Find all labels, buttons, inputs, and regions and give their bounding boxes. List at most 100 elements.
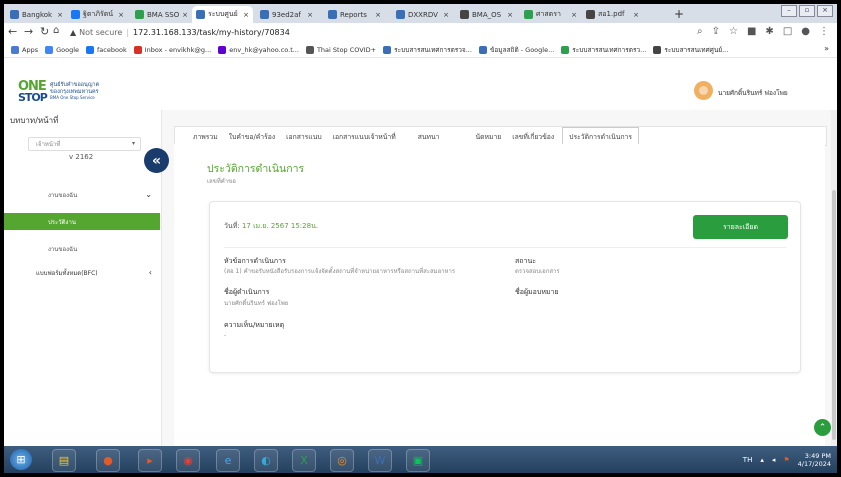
browser-tab[interactable]: 93ed2af × xyxy=(256,6,317,23)
address-bar[interactable]: ▲ Not secure | 172.31.168.133/task/my-hi… xyxy=(70,25,696,39)
browser-tab[interactable]: Reports × xyxy=(324,6,385,23)
browser-tab[interactable]: DXXRDV × xyxy=(392,6,453,23)
chrome-icon[interactable]: ◉ xyxy=(176,449,200,472)
bookmark-item[interactable]: ข้อมูลสถิติ - Google... xyxy=(478,45,554,55)
page-scrollbar[interactable] xyxy=(831,110,837,446)
one-stop-logo[interactable]: ONE STOP ศูนย์รับคำขออนุญาต ของกรุงเทพมห… xyxy=(18,80,138,106)
sidebar-item-task-history[interactable]: ประวัติงาน xyxy=(4,213,160,230)
home-icon[interactable]: ⌂ xyxy=(53,25,59,36)
sidebar-item-my-work[interactable]: งานของฉัน xyxy=(4,240,160,257)
tab-7[interactable]: เลขที่เกี่ยวข้อง xyxy=(512,131,554,142)
forward-icon[interactable]: → xyxy=(24,25,33,38)
profile-icon[interactable]: ● xyxy=(801,26,810,37)
close-tab-icon[interactable]: × xyxy=(118,11,124,19)
tab-favicon-icon xyxy=(10,10,19,19)
line-app-icon[interactable]: ▣ xyxy=(406,449,430,472)
bookmark-star-icon[interactable]: ☆ xyxy=(729,26,738,37)
close-tab-icon[interactable]: × xyxy=(57,11,63,19)
logo-bottom: STOP xyxy=(18,91,48,104)
menu-icon[interactable]: ⋮ xyxy=(819,26,829,37)
scroll-to-top-button[interactable]: ⌃ xyxy=(814,419,831,436)
tab-3[interactable]: เอกสารแนบ xyxy=(286,131,321,142)
role-select-value: เจ้าหน้าที่ xyxy=(36,141,61,148)
bookmark-item[interactable]: ระบบสารสนเทศศูนย์... xyxy=(653,45,728,55)
chevron-down-icon: ▾ xyxy=(131,140,135,147)
edge-icon[interactable]: ◐ xyxy=(254,449,278,472)
sidebar: บทบาท/หน้าที่ เจ้าหน้าที่ ▾ v 2162 งานขอ… xyxy=(4,110,162,446)
tab-8[interactable]: ประวัติการดำเนินการ xyxy=(562,127,640,145)
tab-1[interactable]: ภาพรวม xyxy=(193,131,218,142)
bookmark-item[interactable]: facebook xyxy=(86,45,127,54)
avatar[interactable] xyxy=(694,81,713,100)
tab-4[interactable]: เอกสารแนบเจ้าหน้าที่ xyxy=(333,131,396,142)
back-icon[interactable]: ← xyxy=(8,25,17,38)
close-window-button[interactable]: × xyxy=(817,5,833,17)
sidebar-item-label: ประวัติงาน xyxy=(48,218,76,226)
minimize-button[interactable]: – xyxy=(781,5,797,17)
bookmark-item[interactable]: Thai Stop COVID+ xyxy=(305,45,376,54)
language-indicator[interactable]: TH xyxy=(743,456,753,464)
media-player-icon[interactable]: ● xyxy=(96,449,120,472)
user-name[interactable]: นายศักดิ์นรินทร์ ฟองโพย xyxy=(718,88,788,98)
sidebar-item-all-forms[interactable]: แบบฟอร์มทั้งหมด(BFC) ‹ xyxy=(4,264,160,281)
zoom-icon[interactable]: ⌕ xyxy=(697,26,703,37)
browser-tab[interactable]: ศาสตรา × xyxy=(520,6,581,23)
puzzle-icon[interactable]: ✱ xyxy=(765,26,773,37)
windows-taskbar: ⊞ ▤ ● ▸ ◉ e ◐ X ◎ W ▣ TH ▴ ◂ ⚑ 3:49 PM 4… xyxy=(4,446,837,473)
close-tab-icon[interactable]: × xyxy=(182,11,188,19)
tab-5[interactable]: สนทนา xyxy=(418,131,440,142)
close-tab-icon[interactable]: × xyxy=(375,11,381,19)
share-icon[interactable]: ⇪ xyxy=(712,26,720,37)
clock[interactable]: 3:49 PM 4/17/2024 xyxy=(798,452,831,468)
bookmark-item[interactable]: Google xyxy=(45,45,79,54)
tab-2[interactable]: ใบคำขอ/คำร้อง xyxy=(229,131,275,142)
browser-tab[interactable]: Bangkok × xyxy=(6,6,67,23)
bookmark-item[interactable]: ระบบสารสนเทศการตรวจ... xyxy=(383,45,472,55)
tab-strip: + – ▫ × Bangkok × ฐิตาภิรัตน์ × BMA SSO × ระบบ… xyxy=(4,4,837,23)
reload-icon[interactable]: ↻ xyxy=(40,25,49,38)
bookmark-item[interactable]: Inbox - envikhk@g... xyxy=(133,45,211,54)
close-tab-icon[interactable]: × xyxy=(571,11,577,19)
firefox-icon[interactable]: ◎ xyxy=(330,449,354,472)
browser-tab[interactable]: BMA SSO × xyxy=(131,6,192,23)
maximize-button[interactable]: ▫ xyxy=(799,5,815,17)
new-tab-button[interactable]: + xyxy=(674,7,684,21)
browser-tab[interactable]: BMA_OS × xyxy=(456,6,517,23)
page-subtitle: เลขที่คำขอ xyxy=(207,178,236,185)
volume-icon[interactable]: ◂ xyxy=(772,456,776,464)
internet-explorer-icon[interactable]: e xyxy=(216,449,240,472)
sidepanel-icon[interactable]: □ xyxy=(783,26,792,37)
bookmark-item[interactable]: Apps xyxy=(11,45,38,54)
close-tab-icon[interactable]: × xyxy=(307,11,313,19)
word-icon[interactable]: W xyxy=(368,449,392,472)
role-select[interactable]: เจ้าหน้าที่ ▾ xyxy=(28,137,141,151)
browser-tab[interactable]: สอ1.pdf × xyxy=(582,6,643,23)
tab-label: 93ed2af xyxy=(272,10,301,19)
bookmarks-bar: Apps Google facebook Inbox - envikhk@g... en… xyxy=(4,42,837,58)
excel-icon[interactable]: X xyxy=(292,449,316,472)
more-bookmarks-icon[interactable]: » xyxy=(824,44,829,53)
media-icon[interactable]: ▸ xyxy=(138,449,162,472)
tab-6[interactable]: นัดหมาย xyxy=(475,131,501,142)
bookmark-item[interactable]: env_hk@yahoo.co.t... xyxy=(218,45,299,54)
close-tab-icon[interactable]: × xyxy=(443,11,449,19)
close-tab-icon[interactable]: × xyxy=(507,11,513,19)
bookmark-label: facebook xyxy=(97,45,127,54)
detail-button[interactable]: รายละเอียด xyxy=(693,215,788,239)
sidebar-item-my-tasks[interactable]: งานของฉัน ⌄ xyxy=(4,186,160,203)
tab-label: DXXRDV xyxy=(408,10,438,19)
tray-arrow-icon[interactable]: ▴ xyxy=(760,456,764,464)
extension-icon[interactable]: ■ xyxy=(747,26,756,37)
bookmark-item[interactable]: ระบบสารสนเทศการตรว... xyxy=(561,45,646,55)
browser-tab[interactable]: ฐิตาภิรัตน์ × xyxy=(67,6,128,23)
system-tray: TH ▴ ◂ ⚑ 3:49 PM 4/17/2024 xyxy=(743,452,831,468)
bookmark-icon xyxy=(478,45,487,54)
close-tab-icon[interactable]: × xyxy=(633,11,639,19)
file-explorer-icon[interactable]: ▤ xyxy=(52,449,76,472)
browser-tab[interactable]: ระบบศูนย์ × xyxy=(192,6,253,23)
flag-icon[interactable]: ⚑ xyxy=(783,456,789,464)
collapse-sidebar-button[interactable]: « xyxy=(144,148,169,173)
history-record-card: วันที่: 17 เม.ย. 2567 15:28น. รายละเอียด… xyxy=(209,201,801,373)
close-tab-icon[interactable]: × xyxy=(243,11,249,19)
start-button-icon[interactable]: ⊞ xyxy=(10,449,32,470)
